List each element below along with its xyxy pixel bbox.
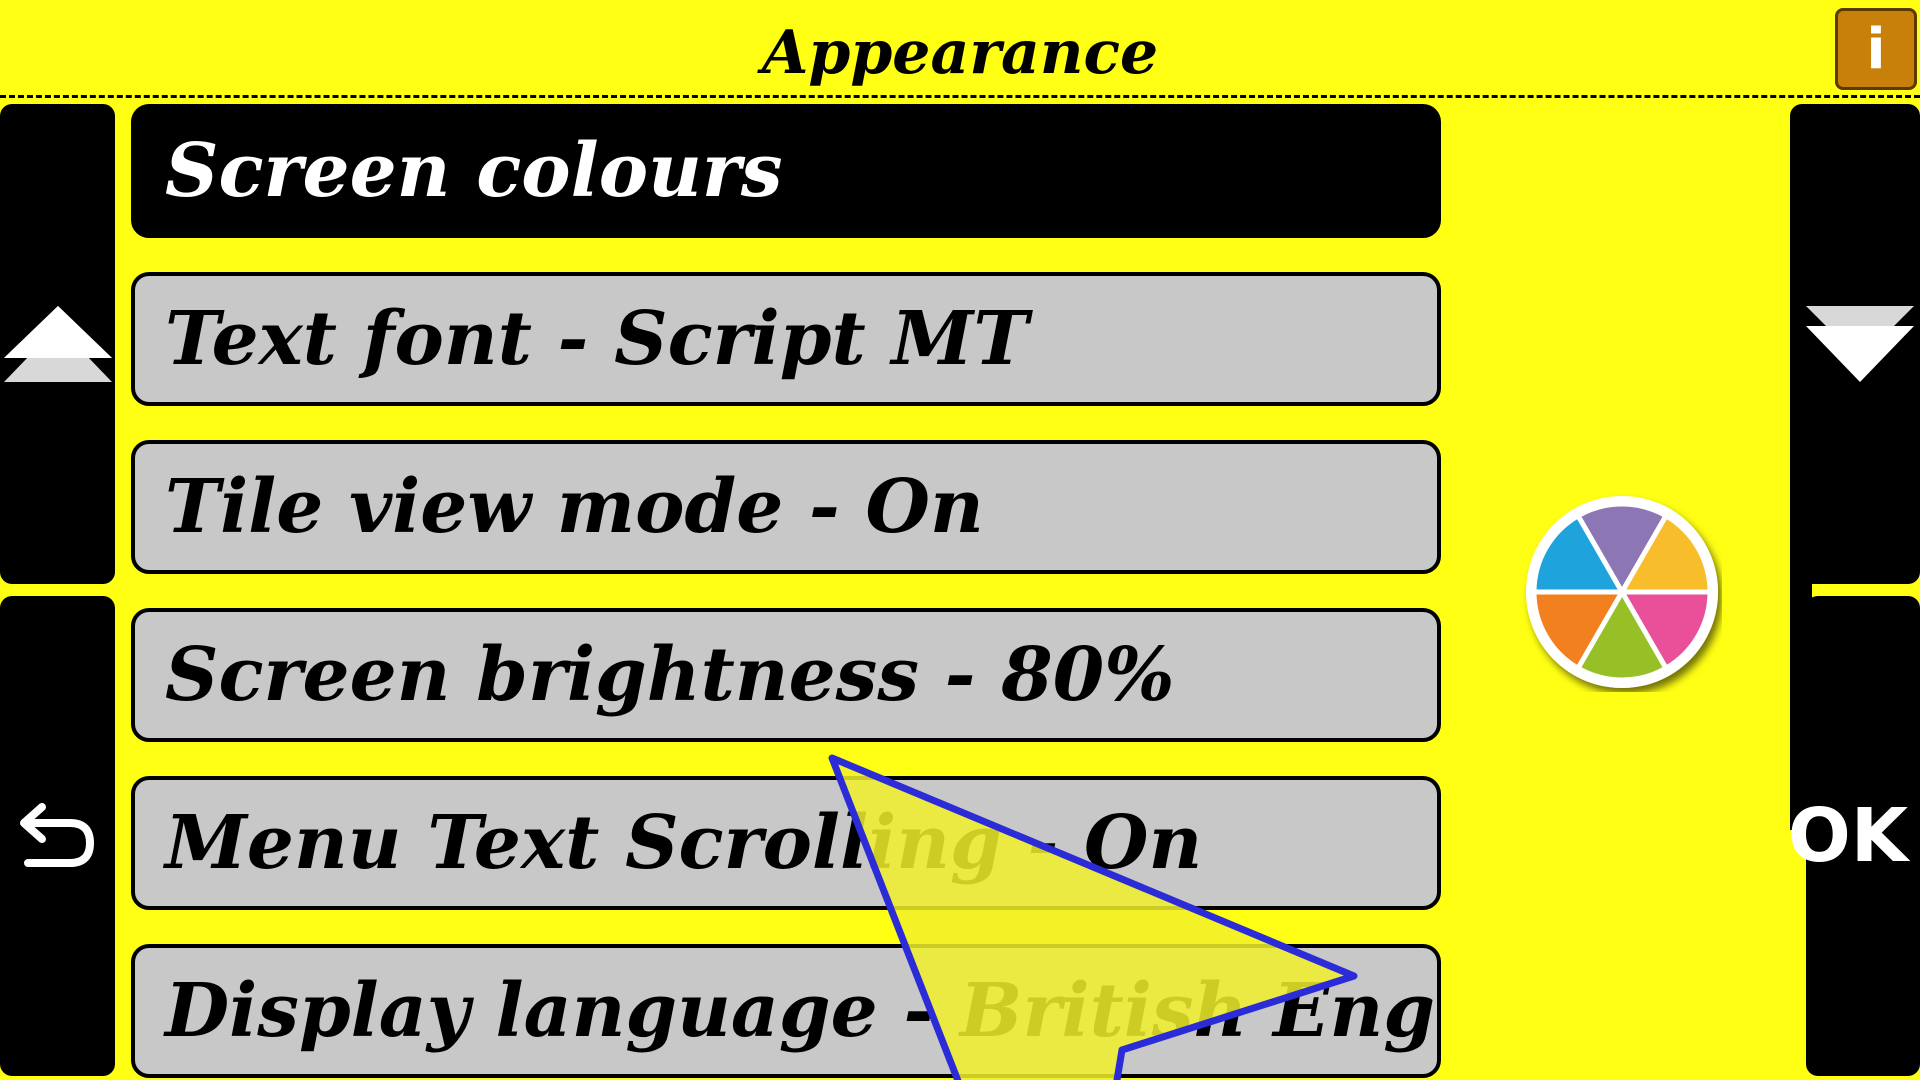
menu-item-label: Text font - Script MT <box>165 296 1029 382</box>
menu-item-screen-colours[interactable]: Screen colours <box>131 104 1441 238</box>
menu-item-text-font[interactable]: Text font - Script MT <box>131 272 1441 406</box>
double-chevron-down-icon <box>1806 306 1914 382</box>
scroll-down-button[interactable] <box>1790 104 1920 584</box>
menu-item-label: Display language - British English <box>165 968 1437 1054</box>
back-button[interactable] <box>0 596 115 1076</box>
info-button[interactable]: i <box>1835 8 1917 90</box>
header-bar: Appearance i <box>0 0 1920 98</box>
menu-item-label: Screen colours <box>165 128 783 214</box>
menu-item-label: Screen brightness - 80% <box>165 632 1175 718</box>
menu-item-display-language[interactable]: Display language - British English <box>131 944 1441 1078</box>
page-title: Appearance <box>761 18 1159 88</box>
menu-item-tile-view-mode[interactable]: Tile view mode - On <box>131 440 1441 574</box>
info-icon: i <box>1866 16 1886 82</box>
ok-label: OK <box>1787 793 1909 879</box>
ok-button[interactable]: OK <box>1788 596 1920 1076</box>
menu-item-screen-brightness[interactable]: Screen brightness - 80% <box>131 608 1441 742</box>
menu-item-menu-text-scrolling[interactable]: Menu Text Scrolling - On <box>131 776 1441 910</box>
menu-item-label: Menu Text Scrolling - On <box>165 800 1203 886</box>
double-chevron-up-icon <box>3 306 112 382</box>
scroll-up-button[interactable] <box>0 104 115 584</box>
menu-item-label: Tile view mode - On <box>165 464 984 550</box>
appearance-screen: Appearance i OK Screen colours Text font <box>0 0 1920 1080</box>
colour-wheel-icon <box>1526 496 1718 688</box>
back-arrow-icon <box>19 803 94 867</box>
